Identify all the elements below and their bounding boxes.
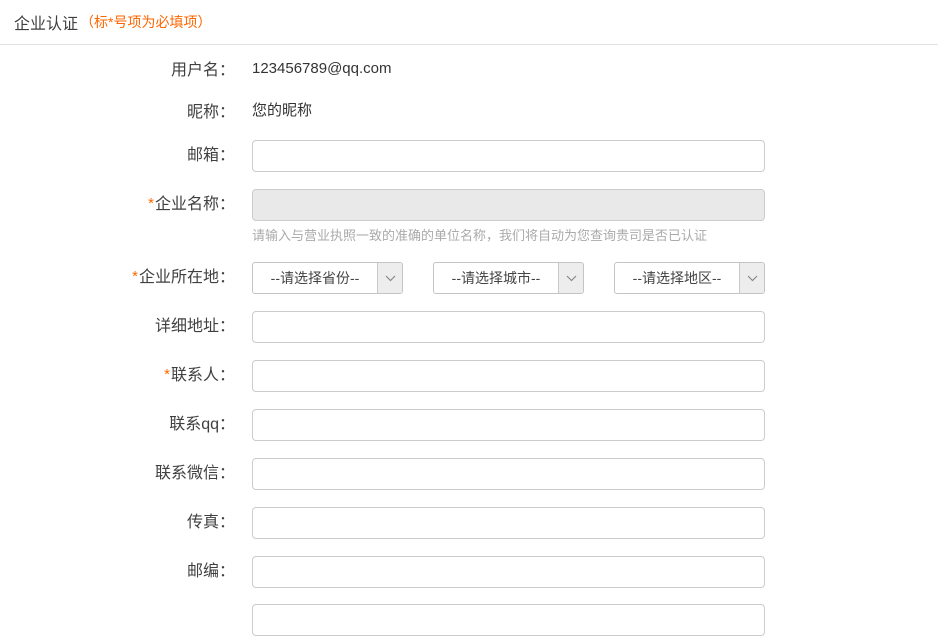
fax-label: 传真： — [0, 507, 235, 539]
district-select-value: --请选择地区-- — [615, 263, 739, 293]
zipcode-row: 邮编： — [0, 556, 938, 588]
username-label: 用户名： — [0, 57, 235, 81]
chevron-down-icon — [377, 263, 402, 293]
location-label: *企业所在地： — [0, 262, 235, 294]
contact-row: *联系人： — [0, 360, 938, 392]
qq-input[interactable] — [252, 409, 765, 441]
address-label: 详细地址： — [0, 311, 235, 343]
email-input[interactable] — [252, 140, 765, 172]
contact-label: *联系人： — [0, 360, 235, 392]
required-asterisk: * — [164, 366, 170, 383]
username-row: 用户名： 123456789@qq.com — [0, 57, 938, 81]
wechat-input[interactable] — [252, 458, 765, 490]
wechat-row: 联系微信： — [0, 458, 938, 490]
page-header: 企业认证 （标*号项为必填项） — [0, 0, 938, 45]
address-input[interactable] — [252, 311, 765, 343]
next-field-input[interactable] — [252, 604, 765, 636]
fax-input[interactable] — [252, 507, 765, 539]
next-field-row — [0, 604, 938, 636]
required-asterisk: * — [132, 268, 138, 285]
company-name-input — [252, 189, 765, 221]
nickname-value: 您的昵称 — [252, 99, 312, 120]
city-select[interactable]: --请选择城市-- — [433, 262, 584, 294]
fax-row: 传真： — [0, 507, 938, 539]
nickname-row: 昵称： 您的昵称 — [0, 99, 938, 123]
qq-label: 联系qq： — [0, 409, 235, 441]
chevron-down-icon — [739, 263, 764, 293]
address-row: 详细地址： — [0, 311, 938, 343]
page-title: 企业认证 — [14, 10, 78, 34]
company-name-hint: 请输入与营业执照一致的准确的单位名称，我们将自动为您查询贵司是否已认证 — [252, 227, 765, 244]
wechat-label: 联系微信： — [0, 458, 235, 490]
email-label: 邮箱： — [0, 140, 235, 172]
location-row: *企业所在地： --请选择省份-- --请选择城市-- --请选择地区-- — [0, 262, 938, 294]
username-value: 123456789@qq.com — [252, 57, 392, 78]
province-select[interactable]: --请选择省份-- — [252, 262, 403, 294]
required-note: （标*号项为必填项） — [80, 12, 211, 32]
nickname-label: 昵称： — [0, 99, 235, 123]
company-name-label: *企业名称： — [0, 189, 235, 221]
district-select[interactable]: --请选择地区-- — [614, 262, 765, 294]
city-select-value: --请选择城市-- — [434, 263, 558, 293]
company-name-row: *企业名称： 请输入与营业执照一致的准确的单位名称，我们将自动为您查询贵司是否已… — [0, 189, 938, 244]
qq-row: 联系qq： — [0, 409, 938, 441]
province-select-value: --请选择省份-- — [253, 263, 377, 293]
zipcode-label: 邮编： — [0, 556, 235, 588]
chevron-down-icon — [558, 263, 583, 293]
required-asterisk: * — [148, 195, 154, 212]
zipcode-input[interactable] — [252, 556, 765, 588]
enterprise-auth-form: 用户名： 123456789@qq.com 昵称： 您的昵称 邮箱： *企业名称… — [0, 45, 938, 636]
email-row: 邮箱： — [0, 140, 938, 172]
contact-input[interactable] — [252, 360, 765, 392]
